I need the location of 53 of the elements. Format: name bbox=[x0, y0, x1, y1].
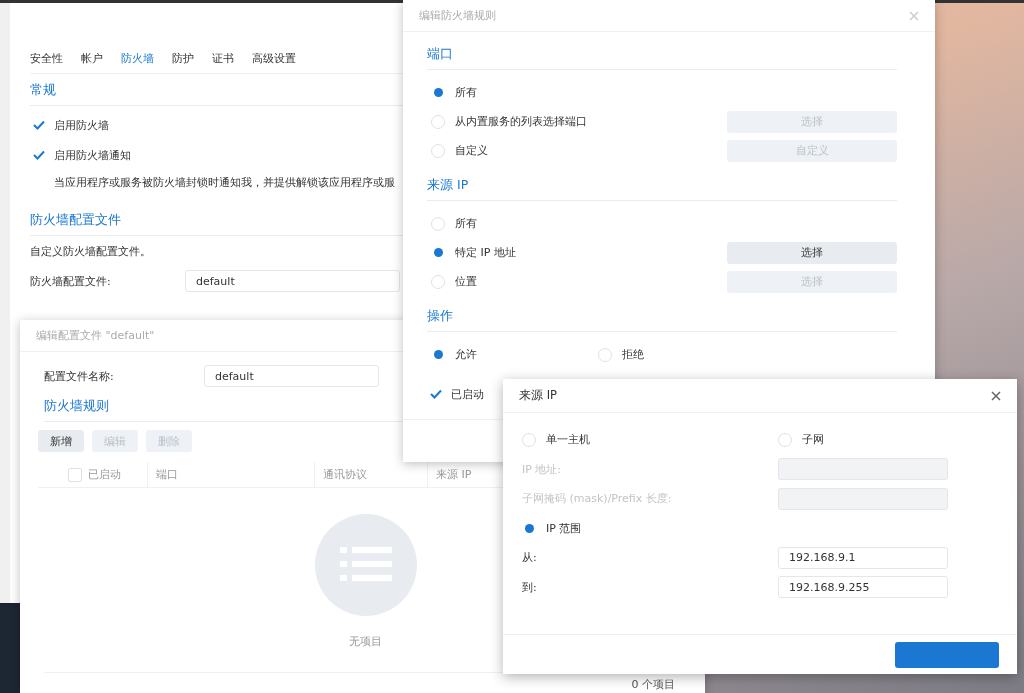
column-header: 来源 IP bbox=[436, 467, 472, 482]
section-title: 端口 bbox=[427, 46, 897, 70]
checkmark-icon bbox=[32, 118, 46, 132]
ip-field[interactable] bbox=[778, 458, 948, 481]
item-count: 0 个项目 bbox=[631, 677, 675, 692]
field-label: 从: bbox=[522, 550, 537, 566]
radio-option[interactable]: 单一主机 bbox=[522, 428, 590, 451]
section-title: 防火墙配置文件 bbox=[30, 212, 403, 236]
field-label: 子网掩码 (mask)/Prefix 长度: bbox=[522, 491, 672, 507]
profile-name-field[interactable]: default bbox=[204, 365, 379, 387]
tab[interactable]: 安全性 bbox=[30, 51, 63, 65]
field-label: 到: bbox=[522, 579, 537, 595]
checkmark-icon bbox=[32, 148, 46, 162]
tab[interactable]: 防护 bbox=[172, 51, 194, 65]
field-label: 防火墙配置文件: bbox=[30, 273, 111, 289]
radio-option[interactable]: 子网 bbox=[778, 428, 824, 451]
select-button[interactable]: 选择 bbox=[727, 241, 897, 264]
ip-field[interactable]: 192.168.9.255 bbox=[778, 576, 948, 599]
field-label: 配置文件名称: bbox=[44, 368, 114, 384]
ip-field[interactable] bbox=[778, 487, 948, 510]
section-title: 来源 IP bbox=[427, 177, 897, 201]
tab[interactable]: 帐户 bbox=[81, 51, 103, 65]
radio-option[interactable]: IP 范围 bbox=[522, 517, 582, 540]
radio-option[interactable]: 自定义 bbox=[431, 139, 488, 162]
close-icon[interactable] bbox=[991, 390, 1001, 401]
description-text: 当应用程序或服务被防火墙封锁时通知我，并提供解锁该应用程序或服 bbox=[53, 175, 396, 190]
tab[interactable]: 高级设置 bbox=[252, 51, 296, 65]
radio-option[interactable]: 位置 bbox=[431, 270, 477, 293]
column-header: 通讯协议 bbox=[323, 467, 367, 482]
select-all-checkbox[interactable] bbox=[68, 467, 82, 482]
column-header: 端口 bbox=[156, 467, 178, 482]
ip-field[interactable]: 192.168.9.1 bbox=[778, 546, 948, 569]
checkbox-option[interactable]: 启用防火墙 bbox=[32, 114, 109, 136]
radio-option[interactable]: 特定 IP 地址 bbox=[431, 241, 516, 264]
radio-option[interactable]: 拒绝 bbox=[598, 343, 644, 366]
dialog-title: 编辑防火墙规则 bbox=[419, 8, 496, 23]
section-title: 常规 bbox=[30, 82, 403, 106]
profile-select[interactable]: default bbox=[185, 270, 400, 292]
checkbox-option[interactable]: 启用防火墙通知 bbox=[32, 144, 131, 166]
tab[interactable]: 防火墙 bbox=[121, 51, 154, 65]
radio-option[interactable]: 所有 bbox=[431, 81, 477, 104]
radio-option[interactable]: 允许 bbox=[431, 343, 477, 366]
dialog-title: 编辑配置文件 "default" bbox=[36, 328, 155, 343]
primary-button[interactable] bbox=[895, 641, 999, 668]
radio-option[interactable]: 从内置服务的列表选择端口 bbox=[431, 110, 587, 133]
column-header: 已启动 bbox=[88, 467, 121, 482]
checkmark-icon bbox=[429, 387, 443, 401]
radio-option[interactable]: 所有 bbox=[431, 212, 477, 235]
tab[interactable]: 证书 bbox=[212, 51, 234, 65]
toolbar-button[interactable]: 新增 bbox=[38, 430, 84, 452]
description-text: 自定义防火墙配置文件。 bbox=[30, 243, 151, 260]
section-title: 操作 bbox=[427, 308, 897, 332]
empty-text: 无项目 bbox=[349, 634, 382, 649]
